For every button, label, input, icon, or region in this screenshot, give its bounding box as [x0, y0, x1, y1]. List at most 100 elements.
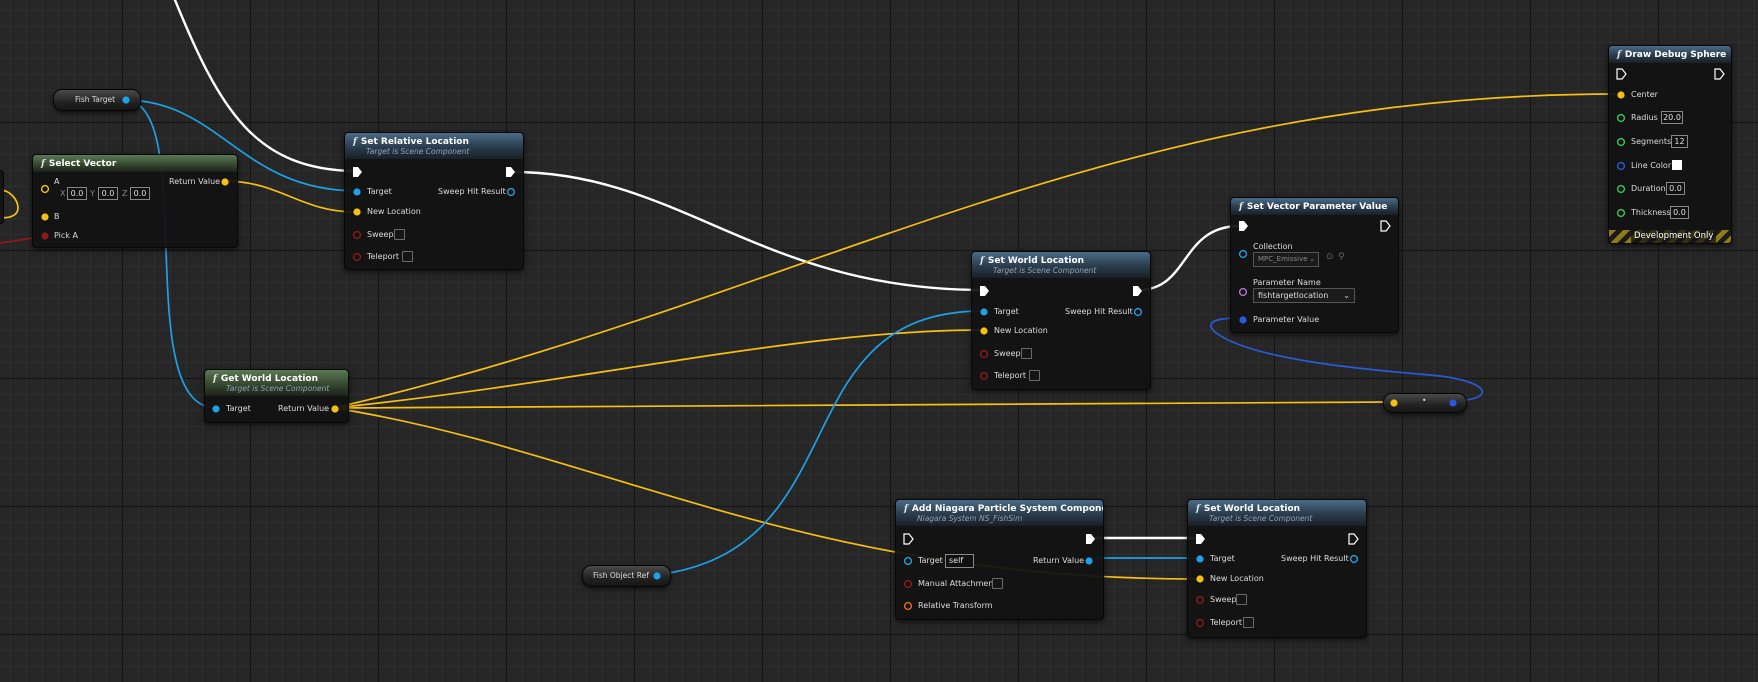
segments-input-pin[interactable] [1615, 136, 1627, 148]
set-world-location-2-header[interactable]: f Set World Location Target is Scene Comp… [1188, 500, 1366, 526]
manual-attachment-input-pin[interactable] [902, 578, 914, 590]
sweep-hit-result-output-pin[interactable] [1132, 306, 1144, 318]
a-pin-label: A [54, 177, 60, 186]
set-vector-parameter-value-node[interactable]: f Set Vector Parameter Value Collection M… [1230, 197, 1399, 333]
set-world-location-header[interactable]: f Set World Location Target is Scene Comp… [972, 252, 1150, 278]
target-input-pin[interactable] [1194, 553, 1206, 565]
radius-field[interactable]: 20.0 [1661, 111, 1683, 124]
manual-attachment-checkbox[interactable] [992, 578, 1003, 589]
browse-icon[interactable]: ⊙ [1326, 252, 1334, 262]
parameter-value-input-pin[interactable] [1237, 314, 1249, 326]
target-input-pin[interactable] [902, 555, 914, 567]
line-color-swatch[interactable] [1672, 160, 1682, 170]
function-icon: f [904, 504, 908, 514]
thickness-input-pin[interactable] [1615, 207, 1627, 219]
linear-color-output-pin[interactable] [1447, 397, 1459, 409]
teleport-checkbox[interactable] [402, 251, 413, 262]
object-output-pin[interactable] [120, 94, 132, 106]
exec-output-pin[interactable] [1379, 220, 1391, 232]
sweep-input-pin[interactable] [1194, 594, 1206, 606]
segments-field[interactable]: 12 [1671, 135, 1688, 148]
teleport-checkbox[interactable] [1243, 617, 1254, 628]
fish-target-variable-node[interactable]: Fish Target [53, 89, 141, 111]
target-input-pin[interactable] [210, 403, 222, 415]
duration-input-pin[interactable] [1615, 183, 1627, 195]
sweep-hit-result-output-pin[interactable] [1348, 553, 1360, 565]
center-input-pin[interactable] [1615, 89, 1627, 101]
thickness-field[interactable]: 0.0 [1670, 206, 1689, 219]
new-location-input-pin[interactable] [978, 325, 990, 337]
add-niagara-particle-system-component-node[interactable]: f Add Niagara Particle System Component N… [895, 499, 1104, 620]
function-icon: f [1239, 202, 1243, 212]
select-vector-header[interactable]: f Select Vector [33, 155, 237, 172]
set-relative-location-header[interactable]: f Set Relative Location Target is Scene C… [345, 133, 523, 159]
get-world-location-header[interactable]: f Get World Location Target is Scene Comp… [205, 370, 348, 396]
b-input-pin[interactable] [39, 211, 51, 223]
teleport-input-pin[interactable] [1194, 617, 1206, 629]
search-icon[interactable]: ⚲ [1338, 252, 1345, 262]
exec-output-pin[interactable] [1084, 533, 1096, 545]
z-field[interactable]: 0.0 [130, 187, 150, 200]
collection-input-pin[interactable] [1237, 248, 1249, 260]
get-world-location-node[interactable]: f Get World Location Target is Scene Comp… [204, 369, 349, 423]
x-field[interactable]: 0.0 [67, 187, 87, 200]
new-location-input-pin[interactable] [351, 206, 363, 218]
exec-output-pin[interactable] [504, 166, 516, 178]
reroute-node[interactable]: • [1383, 393, 1467, 413]
offscreen-node-edge[interactable] [0, 170, 4, 224]
pick-a-input-pin[interactable] [39, 230, 51, 242]
exec-input-pin[interactable] [351, 166, 363, 178]
a-input-pin[interactable] [39, 183, 51, 195]
exec-output-pin[interactable] [1713, 68, 1725, 80]
set-world-location-node[interactable]: f Set World Location Target is Scene Comp… [971, 251, 1151, 390]
radius-input-pin[interactable] [1615, 112, 1627, 124]
target-label: Target [226, 404, 251, 413]
exec-input-pin[interactable] [902, 533, 914, 545]
object-output-pin[interactable] [651, 570, 663, 582]
exec-output-pin[interactable] [1347, 533, 1359, 545]
development-only-label: Development Only [1631, 230, 1717, 243]
vector-input-pin[interactable] [1388, 397, 1400, 409]
duration-field[interactable]: 0.0 [1666, 182, 1685, 195]
select-vector-node[interactable]: f Select Vector A X 0.0 Y 0.0 Z 0.0 Retur… [32, 154, 238, 248]
add-niagara-header[interactable]: f Add Niagara Particle System Component N… [896, 500, 1103, 526]
teleport-checkbox[interactable] [1029, 370, 1040, 381]
relative-transform-input-pin[interactable] [902, 600, 914, 612]
target-input-pin[interactable] [978, 306, 990, 318]
draw-debug-sphere-node[interactable]: f Draw Debug Sphere Center Radius 20.0 Se… [1608, 45, 1732, 244]
exec-input-pin[interactable] [1194, 533, 1206, 545]
vector-wire-gwl-swl [333, 329, 984, 409]
set-vector-parameter-value-header[interactable]: f Set Vector Parameter Value [1231, 198, 1398, 215]
sweep-checkbox[interactable] [1021, 348, 1032, 359]
set-world-location-node-2[interactable]: f Set World Location Target is Scene Comp… [1187, 499, 1367, 638]
target-self-field[interactable]: self [945, 554, 974, 568]
exec-output-pin[interactable] [1131, 285, 1143, 297]
exec-input-pin[interactable] [978, 285, 990, 297]
vector-output-pin[interactable] [329, 403, 341, 415]
teleport-input-pin[interactable] [351, 251, 363, 263]
vector-output-pin[interactable] [219, 176, 231, 188]
collection-dropdown[interactable]: MPC_Emissive ⌄ [1253, 252, 1319, 267]
sweep-input-pin[interactable] [978, 348, 990, 360]
fish-object-ref-variable-node[interactable]: Fish Object Ref [582, 565, 671, 587]
line-color-input-pin[interactable] [1615, 160, 1627, 172]
y-field[interactable]: 0.0 [98, 187, 118, 200]
set-relative-location-node[interactable]: f Set Relative Location Target is Scene C… [344, 132, 524, 270]
target-input-pin[interactable] [351, 186, 363, 198]
new-location-input-pin[interactable] [1194, 573, 1206, 585]
sweep-checkbox[interactable] [394, 229, 405, 240]
sweep-hit-result-label: Sweep Hit Result [1065, 307, 1133, 316]
parameter-name-input-pin[interactable] [1237, 286, 1249, 298]
teleport-label: Teleport [367, 252, 399, 261]
teleport-input-pin[interactable] [978, 370, 990, 382]
development-only-banner: Development Only [1609, 230, 1731, 243]
return-value-output-pin[interactable] [1083, 555, 1095, 567]
sweep-input-pin[interactable] [351, 229, 363, 241]
node-subtitle: Target is Scene Component [993, 266, 1097, 275]
sweep-checkbox[interactable] [1236, 594, 1247, 605]
exec-input-pin[interactable] [1237, 220, 1249, 232]
draw-debug-sphere-header[interactable]: f Draw Debug Sphere [1609, 46, 1731, 63]
exec-input-pin[interactable] [1615, 68, 1627, 80]
sweep-hit-result-output-pin[interactable] [505, 186, 517, 198]
parameter-name-dropdown[interactable]: fishtargetlocation ⌄ [1253, 288, 1355, 303]
